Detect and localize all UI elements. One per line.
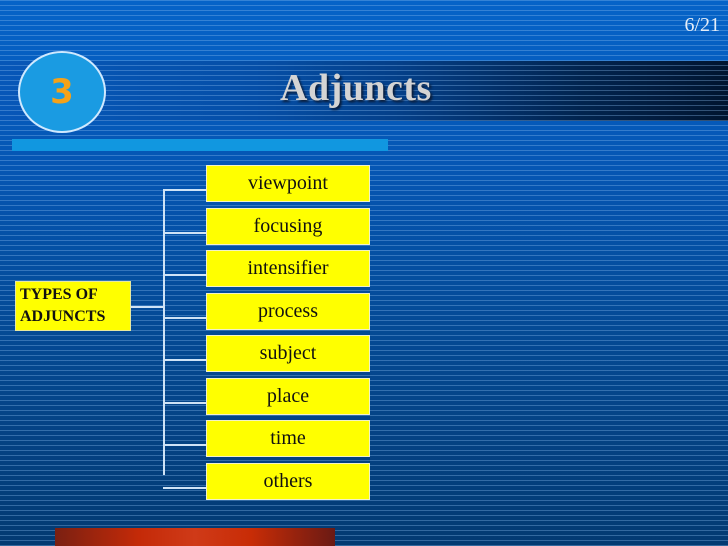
adjunct-type-others: others — [206, 463, 370, 500]
connector-branch — [163, 487, 206, 489]
slide: { "slide": { "number_label": "6/21", "se… — [0, 0, 728, 546]
connector-root — [131, 306, 164, 308]
adjunct-type-process: process — [206, 293, 370, 330]
connector-branch — [163, 274, 206, 276]
adjunct-type-subject: subject — [206, 335, 370, 372]
connector-branch — [163, 232, 206, 234]
connector-branch — [163, 444, 206, 446]
slide-title: Adjuncts — [280, 67, 432, 109]
connector-branch — [163, 189, 206, 191]
root-label-line2: ADJUNCTS — [20, 308, 106, 325]
slide-number: 6/21 — [684, 14, 720, 36]
adjunct-type-place: place — [206, 378, 370, 415]
adjunct-type-viewpoint: viewpoint — [206, 165, 370, 202]
adjunct-type-time: time — [206, 420, 370, 457]
section-number: 3 — [50, 72, 74, 112]
adjunct-type-focusing: focusing — [206, 208, 370, 245]
connector-branch — [163, 317, 206, 319]
connector-branch — [163, 359, 206, 361]
accent-bar — [12, 139, 388, 151]
root-label-line1: TYPES OF — [20, 286, 98, 303]
root-node: TYPES OF ADJUNCTS — [15, 281, 131, 331]
bottom-accent-bar — [55, 528, 335, 546]
section-badge: 3 — [18, 51, 106, 133]
connector-branch — [163, 402, 206, 404]
adjunct-type-intensifier: intensifier — [206, 250, 370, 287]
